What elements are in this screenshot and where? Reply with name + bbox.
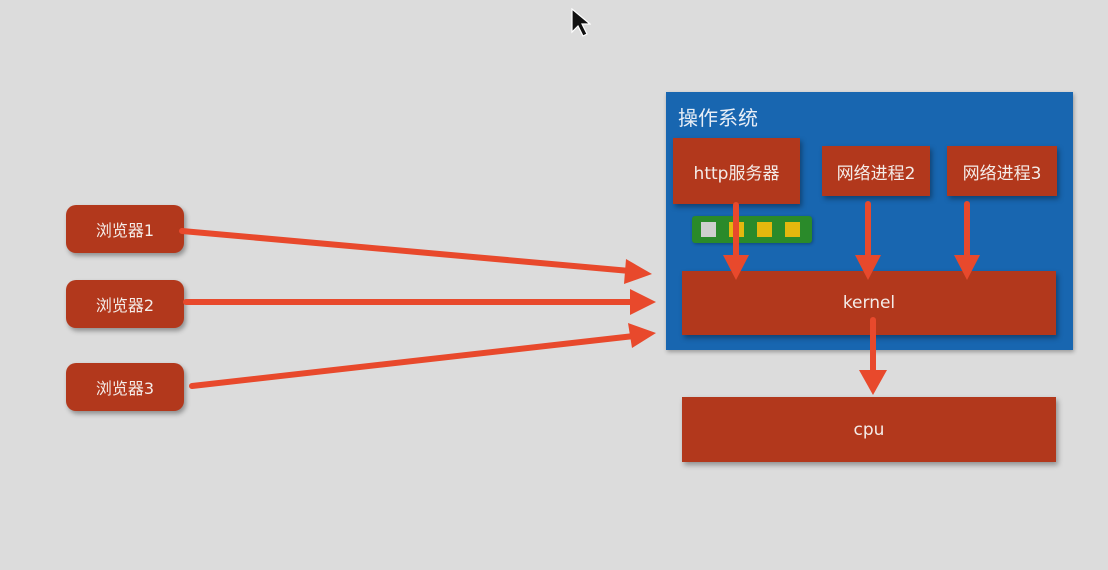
network-process-2-label: 网络进程2 bbox=[836, 163, 916, 184]
arrow-browser-1-head bbox=[624, 259, 652, 284]
browser-3-label: 浏览器3 bbox=[95, 379, 155, 398]
os-title: 操作系统 bbox=[678, 106, 758, 130]
network-process-2-box: 网络进程2 bbox=[822, 146, 930, 196]
browser-2-label: 浏览器2 bbox=[95, 296, 155, 315]
queue-slot bbox=[785, 222, 800, 237]
arrow-browser-1 bbox=[179, 228, 633, 274]
cpu-label: cpu bbox=[853, 419, 885, 440]
http-server-label: http服务器 bbox=[693, 163, 780, 184]
network-process-3-label: 网络进程3 bbox=[962, 163, 1042, 184]
http-server-box: http服务器 bbox=[673, 138, 800, 204]
arrow-browser-2-head bbox=[630, 289, 656, 315]
arrow-browser-3-head bbox=[628, 323, 656, 348]
connection-queue bbox=[692, 216, 812, 243]
cpu-box: cpu bbox=[682, 397, 1056, 462]
network-process-3-box: 网络进程3 bbox=[947, 146, 1057, 196]
arrow-kernel-to-cpu-head bbox=[859, 370, 887, 395]
browser-3-box: 浏览器3 bbox=[66, 363, 184, 411]
browser-1-box: 浏览器1 bbox=[66, 205, 184, 253]
kernel-label: kernel bbox=[842, 293, 896, 313]
browser-2-box: 浏览器2 bbox=[66, 280, 184, 328]
arrow-browser-3 bbox=[189, 333, 637, 389]
queue-slot bbox=[701, 222, 716, 237]
queue-slot bbox=[757, 222, 772, 237]
diagram: 操作系统 http服务器 网络进程2 网络进程3 kernel cpu 浏览器1… bbox=[0, 0, 1108, 570]
kernel-box: kernel bbox=[682, 271, 1056, 335]
browser-1-label: 浏览器1 bbox=[95, 221, 155, 240]
mouse-cursor-icon bbox=[571, 8, 591, 37]
queue-slot bbox=[729, 222, 744, 237]
